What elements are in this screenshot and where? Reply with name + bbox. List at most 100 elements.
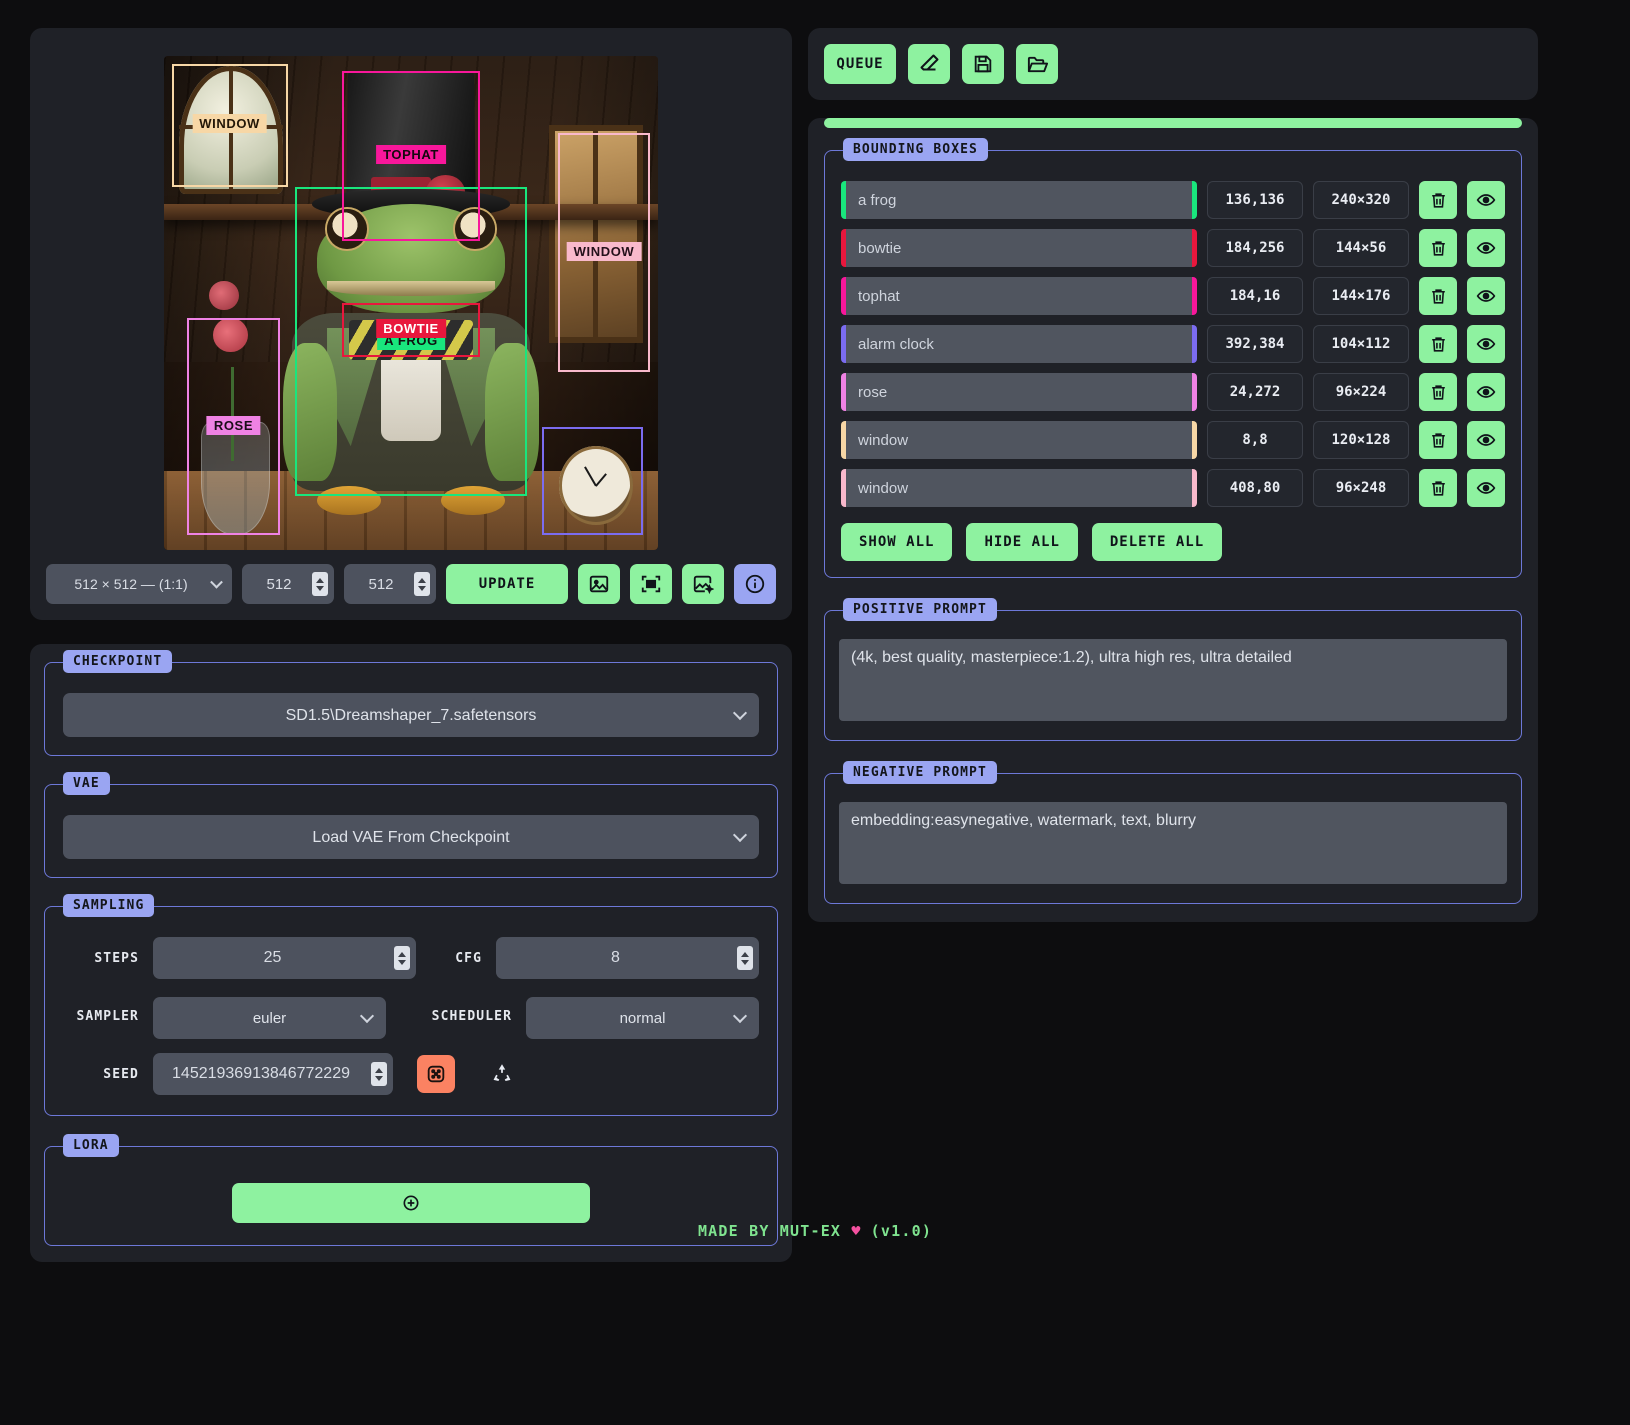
positive-prompt-legend: POSITIVE PROMPT: [843, 598, 997, 621]
bbox-name-input[interactable]: a frog: [841, 181, 1197, 219]
eye-icon[interactable]: [1467, 469, 1505, 507]
bounding-box-list: a frog 136,136 240×320 bowtie 184,256 144×56 t…: [841, 181, 1505, 507]
sampler-select[interactable]: eulereuler_ancestraldpmpp_2m: [153, 997, 386, 1039]
width-stepper[interactable]: [242, 564, 334, 604]
aspect-ratio-select[interactable]: 512 × 512 — (1:1)512 × 768 — (2:3)768 × …: [46, 564, 232, 604]
trash-icon[interactable]: [1419, 277, 1457, 315]
eye-icon[interactable]: [1467, 373, 1505, 411]
trash-icon[interactable]: [1419, 229, 1457, 267]
bbox-position[interactable]: 184,256: [1207, 229, 1303, 267]
positive-prompt-input[interactable]: [839, 639, 1507, 721]
generate-image-icon[interactable]: [682, 564, 724, 604]
eye-icon[interactable]: [1467, 277, 1505, 315]
bbox-size[interactable]: 144×176: [1313, 277, 1409, 315]
vae-legend: VAE: [63, 772, 110, 795]
bbox-position[interactable]: 24,272: [1207, 373, 1303, 411]
left-column: A FROGBOWTIETOPHATROSEWINDOWWINDOW 512 ×…: [30, 28, 792, 1262]
bbox-position[interactable]: 184,16: [1207, 277, 1303, 315]
bounding-box-row: a frog 136,136 240×320: [841, 181, 1505, 219]
bbox-position[interactable]: 8,8: [1207, 421, 1303, 459]
vae-select[interactable]: Load VAE From Checkpoint: [63, 815, 759, 859]
heart-icon: ♥: [851, 1222, 860, 1240]
bbox-size[interactable]: 120×128: [1313, 421, 1409, 459]
right-column: QUEUE: [808, 28, 1538, 922]
bounding-box-canvas[interactable]: A FROGBOWTIETOPHATROSEWINDOWWINDOW: [164, 56, 658, 550]
generated-image: [164, 56, 658, 550]
seed-input[interactable]: [153, 1065, 393, 1083]
bbox-size[interactable]: 96×248: [1313, 469, 1409, 507]
bbox-position[interactable]: 136,136: [1207, 181, 1303, 219]
info-icon[interactable]: [734, 564, 776, 604]
bbox-name-input[interactable]: alarm clock: [841, 325, 1197, 363]
update-button[interactable]: UPDATE: [446, 564, 568, 604]
bbox-name-input[interactable]: tophat: [841, 277, 1197, 315]
seed-label: SEED: [63, 1067, 139, 1082]
show-all-button[interactable]: SHOW ALL: [841, 523, 952, 561]
cfg-stepper[interactable]: [496, 937, 759, 979]
sampler-label: SAMPLER: [63, 1009, 139, 1024]
negative-prompt-legend: NEGATIVE PROMPT: [843, 761, 997, 784]
queue-button[interactable]: QUEUE: [824, 44, 896, 84]
dice-icon[interactable]: [417, 1055, 455, 1093]
canvas-controls: 512 × 512 — (1:1)512 × 768 — (2:3)768 × …: [46, 564, 776, 604]
checkpoint-select-wrap: SD1.5\Dreamshaper_7.safetensors: [63, 693, 759, 737]
scheduler-select[interactable]: normalkarrasexponential: [526, 997, 759, 1039]
trash-icon[interactable]: [1419, 181, 1457, 219]
trash-icon[interactable]: [1419, 421, 1457, 459]
trash-icon[interactable]: [1419, 469, 1457, 507]
scheduler-select-wrap: normalkarrasexponential: [526, 997, 759, 1039]
top-actions-panel: QUEUE: [808, 28, 1538, 100]
bbox-size[interactable]: 144×56: [1313, 229, 1409, 267]
bbox-name-input[interactable]: bowtie: [841, 229, 1197, 267]
bounding-box-row: window 408,80 96×248: [841, 469, 1505, 507]
sampling-legend: SAMPLING: [63, 894, 154, 917]
eye-icon[interactable]: [1467, 181, 1505, 219]
steps-cfg-row: STEPS CFG: [63, 937, 759, 979]
recycle-icon[interactable]: [483, 1055, 521, 1093]
eye-icon[interactable]: [1467, 421, 1505, 459]
fit-frame-icon[interactable]: [630, 564, 672, 604]
width-spinner[interactable]: [312, 572, 328, 596]
checkpoint-legend: CHECKPOINT: [63, 650, 172, 673]
footer-made-by: MADE BY MUT-EX: [698, 1222, 841, 1240]
bounding-boxes-group: BOUNDING BOXES a frog136,136240×320bowti…: [824, 150, 1522, 578]
vae-group: VAE Load VAE From Checkpoint: [44, 784, 778, 878]
trash-icon[interactable]: [1419, 325, 1457, 363]
bbox-position[interactable]: 408,80: [1207, 469, 1303, 507]
eye-icon[interactable]: [1467, 325, 1505, 363]
height-spinner[interactable]: [414, 572, 430, 596]
folder-open-icon[interactable]: [1016, 44, 1058, 84]
steps-stepper[interactable]: [153, 937, 416, 979]
add-lora-button[interactable]: [232, 1183, 590, 1223]
floppy-disk-icon[interactable]: [962, 44, 1004, 84]
delete-all-button[interactable]: DELETE ALL: [1092, 523, 1222, 561]
seed-spinner[interactable]: [371, 1062, 387, 1086]
steps-input[interactable]: [153, 949, 416, 967]
bbox-position[interactable]: 392,384: [1207, 325, 1303, 363]
main-config-panel: BOUNDING BOXES a frog136,136240×320bowti…: [808, 118, 1538, 922]
bbox-name-input[interactable]: window: [841, 469, 1197, 507]
eye-icon[interactable]: [1467, 229, 1505, 267]
bounding-box-row: tophat 184,16 144×176: [841, 277, 1505, 315]
cfg-input[interactable]: [496, 949, 759, 967]
bbox-name-input[interactable]: window: [841, 421, 1197, 459]
bbox-size[interactable]: 104×112: [1313, 325, 1409, 363]
steps-spinner[interactable]: [394, 946, 410, 970]
bbox-name-input[interactable]: rose: [841, 373, 1197, 411]
sampler-select-wrap: eulereuler_ancestraldpmpp_2m: [153, 997, 386, 1039]
bbox-size[interactable]: 96×224: [1313, 373, 1409, 411]
eraser-icon[interactable]: [908, 44, 950, 84]
checkpoint-select[interactable]: SD1.5\Dreamshaper_7.safetensors: [63, 693, 759, 737]
height-stepper[interactable]: [344, 564, 436, 604]
negative-prompt-input[interactable]: [839, 802, 1507, 884]
load-image-icon[interactable]: [578, 564, 620, 604]
bbox-size[interactable]: 240×320: [1313, 181, 1409, 219]
cfg-spinner[interactable]: [737, 946, 753, 970]
trash-icon[interactable]: [1419, 373, 1457, 411]
progress-bar: [824, 118, 1522, 128]
hide-all-button[interactable]: HIDE ALL: [966, 523, 1077, 561]
seed-stepper[interactable]: [153, 1053, 393, 1095]
footer-version: (v1.0): [871, 1222, 932, 1240]
sampler-scheduler-row: SAMPLER eulereuler_ancestraldpmpp_2m SCH…: [63, 993, 759, 1039]
checkpoint-group: CHECKPOINT SD1.5\Dreamshaper_7.safetenso…: [44, 662, 778, 756]
